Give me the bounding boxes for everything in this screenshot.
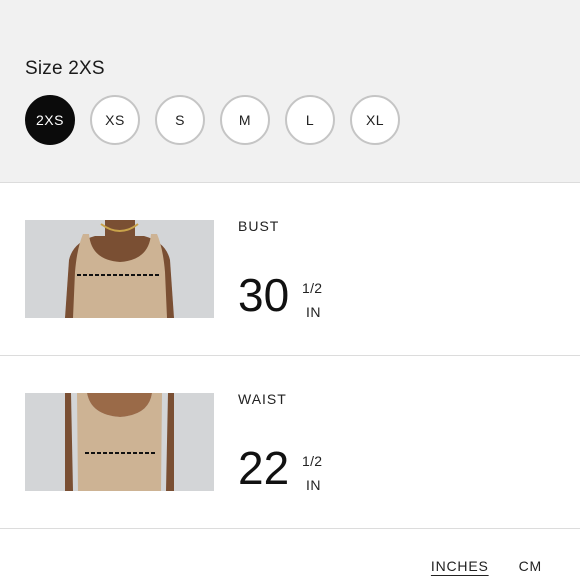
waist-measurement-image [25,393,214,491]
size-option-l[interactable]: L [285,95,335,145]
waist-unit: IN [306,477,321,493]
waist-illustration [25,393,214,491]
bust-unit: IN [306,304,321,320]
measurement-waist: WAIST 22 1/2 IN [0,357,580,529]
size-title: Size 2XS [25,58,105,79]
waist-label: WAIST [238,391,287,407]
bust-label: BUST [238,218,280,234]
bust-fraction: 1/2 [302,280,323,296]
waist-value: 22 [238,442,290,494]
bust-illustration [25,220,214,318]
unit-inches-link[interactable]: INCHES [431,558,489,574]
bust-measurement-image [25,220,214,318]
size-option-xl[interactable]: XL [350,95,400,145]
unit-toggle: INCHES CM [431,558,542,574]
size-option-m[interactable]: M [220,95,270,145]
size-selector-panel: Size 2XS 2XS XS S M L XL [0,0,580,183]
size-option-2xs[interactable]: 2XS [25,95,75,145]
size-option-xs[interactable]: XS [90,95,140,145]
waist-fraction: 1/2 [302,453,323,469]
measurement-bust: BUST 30 1/2 IN [0,184,580,356]
size-options: 2XS XS S M L XL [25,95,400,145]
unit-cm-link[interactable]: CM [519,558,542,574]
size-option-s[interactable]: S [155,95,205,145]
bust-value: 30 [238,269,290,321]
